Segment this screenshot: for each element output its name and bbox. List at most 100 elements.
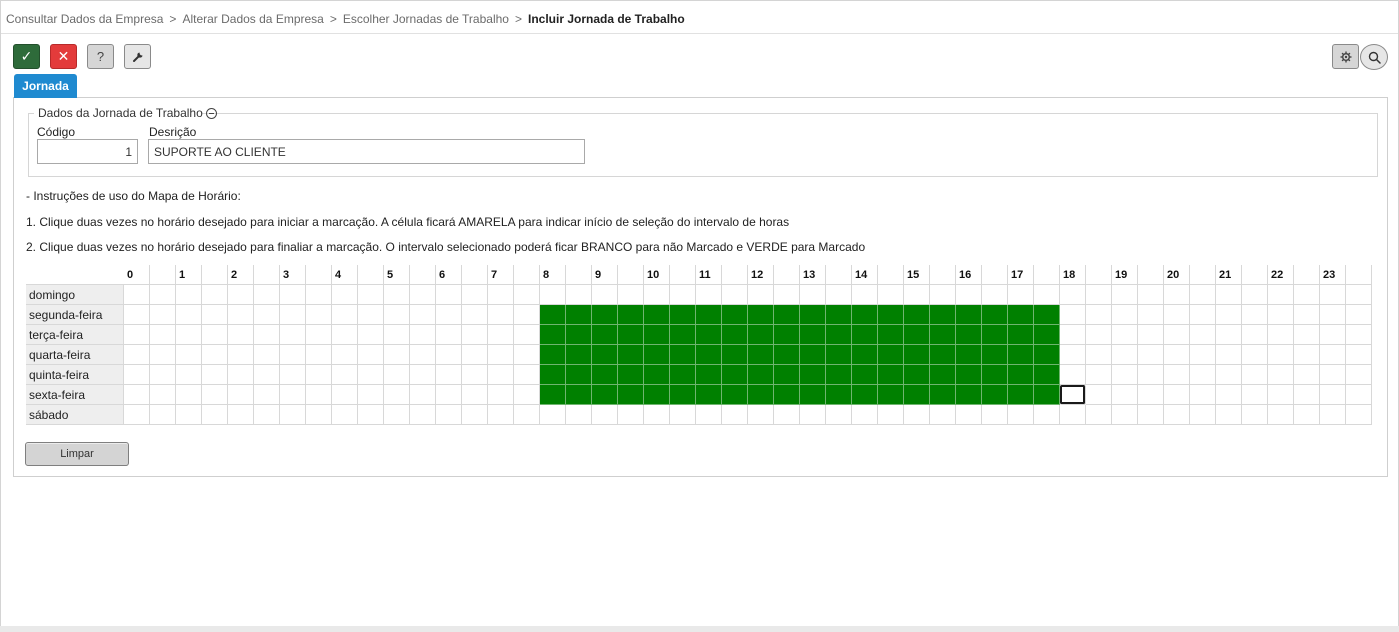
schedule-cell[interactable] bbox=[384, 385, 410, 405]
schedule-cell-marked[interactable] bbox=[852, 345, 878, 365]
schedule-cell[interactable] bbox=[1060, 305, 1086, 325]
schedule-cell-marked[interactable] bbox=[1034, 325, 1060, 345]
schedule-cell[interactable] bbox=[1346, 285, 1372, 305]
schedule-cell[interactable] bbox=[280, 385, 306, 405]
schedule-cell[interactable] bbox=[358, 325, 384, 345]
schedule-cell-marked[interactable] bbox=[800, 305, 826, 325]
schedule-cell-marked[interactable] bbox=[748, 305, 774, 325]
schedule-cell[interactable] bbox=[436, 285, 462, 305]
schedule-cell-marked[interactable] bbox=[748, 385, 774, 405]
schedule-cell[interactable] bbox=[150, 345, 176, 365]
settings-button[interactable] bbox=[1332, 44, 1359, 69]
schedule-cell[interactable] bbox=[436, 325, 462, 345]
schedule-cell-marked[interactable] bbox=[878, 365, 904, 385]
schedule-cell[interactable] bbox=[202, 345, 228, 365]
schedule-cell[interactable] bbox=[1086, 385, 1112, 405]
schedule-cell[interactable] bbox=[280, 325, 306, 345]
schedule-cell-marked[interactable] bbox=[644, 325, 670, 345]
schedule-cell[interactable] bbox=[306, 385, 332, 405]
schedule-cell[interactable] bbox=[254, 325, 280, 345]
schedule-cell[interactable] bbox=[852, 285, 878, 305]
schedule-cell-marked[interactable] bbox=[982, 345, 1008, 365]
schedule-cell[interactable] bbox=[332, 365, 358, 385]
schedule-cell[interactable] bbox=[410, 385, 436, 405]
schedule-cell[interactable] bbox=[1216, 305, 1242, 325]
schedule-cell[interactable] bbox=[1164, 365, 1190, 385]
schedule-cell-marked[interactable] bbox=[852, 305, 878, 325]
schedule-cell[interactable] bbox=[1086, 405, 1112, 425]
schedule-cell-marked[interactable] bbox=[670, 305, 696, 325]
schedule-cell[interactable] bbox=[462, 345, 488, 365]
schedule-cell[interactable] bbox=[488, 325, 514, 345]
schedule-cell[interactable] bbox=[1190, 345, 1216, 365]
schedule-cell-marked[interactable] bbox=[930, 385, 956, 405]
schedule-cell[interactable] bbox=[410, 285, 436, 305]
schedule-cell[interactable] bbox=[462, 305, 488, 325]
schedule-cell-marked[interactable] bbox=[956, 365, 982, 385]
schedule-cell[interactable] bbox=[384, 285, 410, 305]
schedule-cell[interactable] bbox=[332, 285, 358, 305]
schedule-cell-marked[interactable] bbox=[670, 325, 696, 345]
schedule-cell[interactable] bbox=[1138, 405, 1164, 425]
schedule-cell[interactable] bbox=[1112, 405, 1138, 425]
schedule-cell[interactable] bbox=[956, 405, 982, 425]
schedule-cell[interactable] bbox=[1086, 345, 1112, 365]
schedule-cell[interactable] bbox=[1294, 405, 1320, 425]
schedule-cell-marked[interactable] bbox=[852, 325, 878, 345]
schedule-cell-marked[interactable] bbox=[696, 305, 722, 325]
schedule-cell[interactable] bbox=[930, 405, 956, 425]
schedule-cell[interactable] bbox=[722, 285, 748, 305]
schedule-cell-marked[interactable] bbox=[1034, 305, 1060, 325]
schedule-cell[interactable] bbox=[1268, 405, 1294, 425]
schedule-cell[interactable] bbox=[748, 405, 774, 425]
schedule-cell[interactable] bbox=[1320, 285, 1346, 305]
schedule-cell[interactable] bbox=[1034, 285, 1060, 305]
schedule-cell[interactable] bbox=[228, 365, 254, 385]
schedule-cell[interactable] bbox=[1268, 345, 1294, 365]
schedule-cell[interactable] bbox=[228, 405, 254, 425]
schedule-cell-marked[interactable] bbox=[774, 345, 800, 365]
schedule-cell-marked[interactable] bbox=[644, 365, 670, 385]
schedule-cell-marked[interactable] bbox=[956, 305, 982, 325]
schedule-cell[interactable] bbox=[696, 285, 722, 305]
schedule-cell[interactable] bbox=[878, 405, 904, 425]
schedule-cell-marked[interactable] bbox=[566, 365, 592, 385]
schedule-cell-marked[interactable] bbox=[540, 305, 566, 325]
schedule-cell[interactable] bbox=[644, 285, 670, 305]
schedule-cell[interactable] bbox=[1294, 305, 1320, 325]
schedule-cell-marked[interactable] bbox=[696, 365, 722, 385]
schedule-cell[interactable] bbox=[1268, 365, 1294, 385]
schedule-cell[interactable] bbox=[306, 365, 332, 385]
schedule-cell[interactable] bbox=[202, 405, 228, 425]
schedule-cell-marked[interactable] bbox=[1034, 385, 1060, 405]
schedule-cell[interactable] bbox=[1190, 325, 1216, 345]
schedule-cell[interactable] bbox=[1112, 345, 1138, 365]
schedule-cell[interactable] bbox=[254, 305, 280, 325]
schedule-cell[interactable] bbox=[1060, 385, 1086, 405]
schedule-cell[interactable] bbox=[1190, 285, 1216, 305]
schedule-cell-marked[interactable] bbox=[930, 325, 956, 345]
schedule-cell[interactable] bbox=[332, 345, 358, 365]
schedule-cell[interactable] bbox=[436, 405, 462, 425]
search-button[interactable] bbox=[1360, 44, 1388, 70]
schedule-cell[interactable] bbox=[1216, 385, 1242, 405]
schedule-cell[interactable] bbox=[410, 365, 436, 385]
schedule-cell[interactable] bbox=[202, 305, 228, 325]
schedule-cell-marked[interactable] bbox=[540, 325, 566, 345]
schedule-cell[interactable] bbox=[384, 305, 410, 325]
schedule-cell[interactable] bbox=[1268, 285, 1294, 305]
schedule-cell-marked[interactable] bbox=[774, 365, 800, 385]
schedule-cell[interactable] bbox=[332, 305, 358, 325]
schedule-cell-marked[interactable] bbox=[930, 345, 956, 365]
schedule-cell-marked[interactable] bbox=[826, 305, 852, 325]
schedule-cell[interactable] bbox=[1242, 385, 1268, 405]
schedule-cell-marked[interactable] bbox=[800, 385, 826, 405]
breadcrumb-item-alterar-empresa[interactable]: Alterar Dados da Empresa bbox=[182, 12, 323, 26]
schedule-cell[interactable] bbox=[410, 345, 436, 365]
schedule-cell[interactable] bbox=[358, 385, 384, 405]
schedule-cell[interactable] bbox=[826, 405, 852, 425]
schedule-cell[interactable] bbox=[696, 405, 722, 425]
schedule-cell-marked[interactable] bbox=[904, 345, 930, 365]
schedule-cell[interactable] bbox=[254, 385, 280, 405]
schedule-cell[interactable] bbox=[228, 285, 254, 305]
